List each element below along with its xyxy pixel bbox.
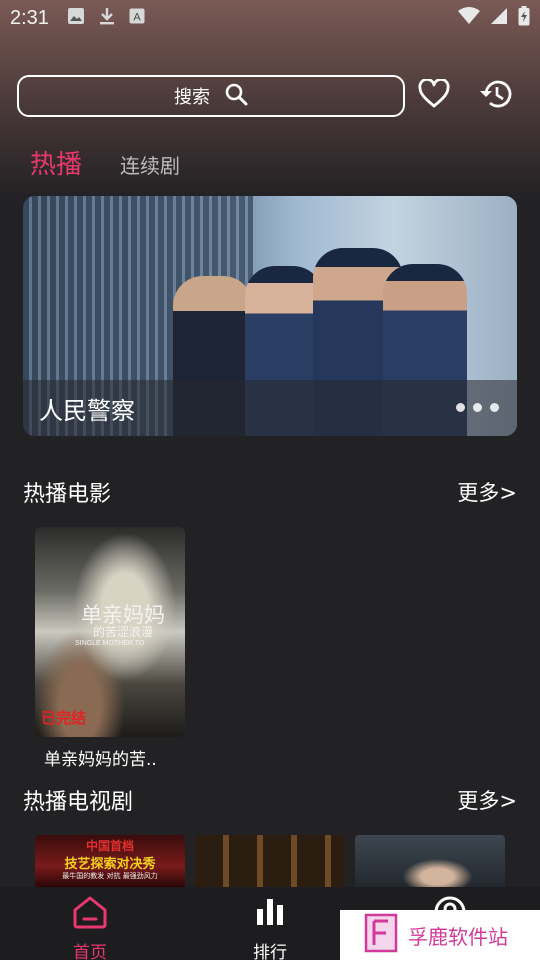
nav-home[interactable]: 首页	[50, 895, 130, 960]
poster-subtitle-text: 的苦涩浪漫	[93, 625, 154, 639]
home-icon	[71, 895, 109, 934]
movie-title[interactable]: 单亲妈妈的苦..	[44, 745, 157, 770]
search-icon	[224, 82, 248, 111]
watermark: 孚鹿软件站	[340, 910, 540, 960]
carousel-dot[interactable]	[473, 403, 482, 412]
tv-poster-text: 最牛国的教发 对抗 最强劲风力	[62, 872, 158, 880]
tv-poster-text: 技艺探索对决秀	[64, 857, 156, 872]
signal-icon	[490, 7, 508, 30]
tab-series[interactable]: 连续剧	[120, 150, 180, 179]
download-icon	[99, 7, 115, 30]
wifi-icon	[458, 6, 480, 30]
movies-more-link[interactable]: 更多>	[457, 477, 517, 507]
carousel-dot[interactable]	[490, 403, 499, 412]
image-icon	[67, 7, 85, 30]
tv-more-link[interactable]: 更多>	[457, 785, 517, 815]
bar-chart-icon	[253, 895, 287, 934]
search-bar[interactable]: 搜索	[17, 75, 405, 117]
svg-text:A: A	[133, 12, 141, 24]
section-title: 热播电影	[23, 482, 112, 507]
carousel-dot[interactable]	[456, 403, 465, 412]
search-label: 搜索	[174, 87, 210, 108]
featured-banner[interactable]: 人民警察	[23, 196, 517, 436]
carousel-dots	[456, 403, 499, 412]
a-icon: A	[129, 7, 145, 29]
category-tabs: 热播 连续剧	[30, 144, 180, 181]
banner-title: 人民警察	[39, 396, 135, 425]
poster-badge: 已完结	[41, 709, 87, 727]
history-button[interactable]	[477, 78, 513, 114]
movies-section-header: 热播电影 更多>	[23, 476, 517, 508]
heart-icon	[418, 77, 450, 113]
movie-poster[interactable]: 单亲妈妈 的苦涩浪漫 SINGLE MOTHER TO 已完结	[35, 527, 185, 737]
nav-ranking-label: 排行	[253, 943, 287, 960]
tv-poster[interactable]	[195, 835, 345, 887]
tv-poster-text: 中国首档	[85, 839, 134, 853]
tv-section-header: 热播电视剧 更多>	[23, 784, 517, 816]
poster-english-text: SINGLE MOTHER TO	[75, 640, 145, 647]
battery-icon	[518, 5, 530, 31]
nav-ranking[interactable]: 排行	[230, 895, 310, 960]
nav-home-label: 首页	[73, 943, 107, 960]
watermark-text: 孚鹿软件站	[408, 924, 508, 949]
watermark-logo-icon	[364, 913, 398, 957]
banner-caption: 人民警察	[23, 380, 517, 436]
section-title: 热播电视剧	[23, 790, 134, 815]
tv-poster[interactable]: 中国首档 技艺探索对决秀 最牛国的教发 对抗 最强劲风力	[35, 835, 185, 887]
tv-poster[interactable]	[355, 835, 505, 887]
status-time: 2:31	[10, 6, 49, 29]
history-icon	[478, 78, 512, 114]
favorites-button[interactable]	[416, 77, 452, 114]
tab-hot[interactable]: 热播	[30, 144, 82, 181]
status-bar: 2:31 A	[0, 0, 540, 36]
